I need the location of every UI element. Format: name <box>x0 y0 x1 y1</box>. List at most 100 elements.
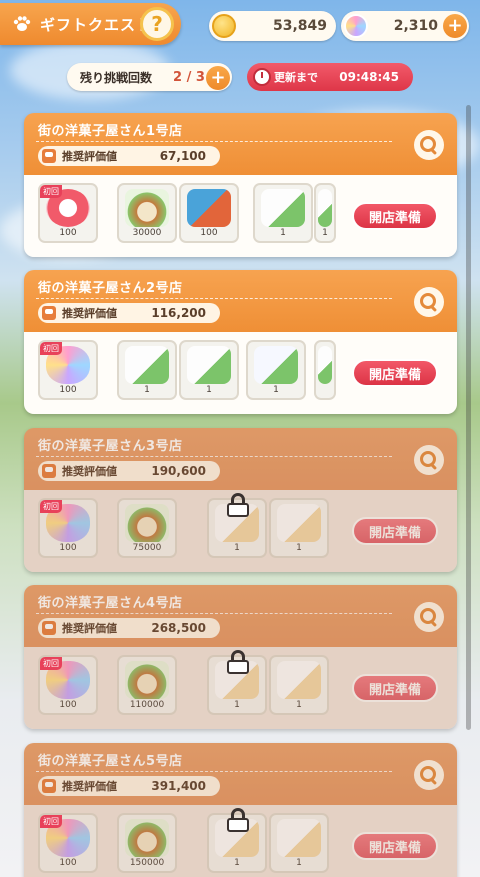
rating-label: 推奨評価値 <box>62 150 117 163</box>
gem-balance: 2,310 + <box>341 11 469 41</box>
reward-item[interactable]: 100 <box>179 183 239 243</box>
reward-item[interactable]: 75000 <box>117 498 177 558</box>
search-icon[interactable] <box>414 760 444 790</box>
first-clear-badge: 初回 <box>40 185 62 198</box>
reward-quantity: 1 <box>144 385 150 395</box>
reward-list: 初回 100 1 1 1 開店準備 <box>24 332 457 414</box>
search-icon[interactable] <box>414 602 444 632</box>
reward-quantity: 100 <box>59 543 77 553</box>
rating-icon <box>42 149 56 163</box>
reward-quantity: 100 <box>59 858 77 868</box>
reward-quantity: 1 <box>296 700 302 710</box>
reward-quantity: 1 <box>234 858 240 868</box>
reward-quantity: 30000 <box>132 228 162 238</box>
recipe-book-icon <box>187 346 231 384</box>
shop-name: 街の洋菓子屋さん5号店 <box>38 754 183 769</box>
reward-item[interactable]: 150000 <box>117 813 177 873</box>
coin-balance: 53,849 <box>209 11 336 41</box>
card-header: 街の洋菓子屋さん3号店 推奨評価値 190,600 <box>24 428 457 490</box>
coin-amount: 53,849 <box>272 18 327 34</box>
reward-quantity: 100 <box>59 700 77 710</box>
open-prep-button[interactable]: 開店準備 <box>352 832 438 860</box>
lock-icon <box>227 808 249 832</box>
reward-item[interactable]: 初回 100 <box>38 340 98 400</box>
reward-quantity: 1 <box>280 228 286 238</box>
reward-item[interactable]: 1 <box>117 340 177 400</box>
toolbox-icon <box>187 189 231 227</box>
reward-item[interactable]: 初回 100 <box>38 498 98 558</box>
rating-icon <box>42 306 56 320</box>
shop-card-4: 街の洋菓子屋さん4号店 推奨評価値 268,500 初回 100 110000 … <box>24 585 457 729</box>
recommended-rating: 推奨評価値 190,600 <box>38 461 220 481</box>
reward-item[interactable]: 110000 <box>117 655 177 715</box>
search-icon[interactable] <box>414 287 444 317</box>
recommended-rating: 推奨評価値 268,500 <box>38 618 220 638</box>
reward-quantity: 110000 <box>129 700 165 710</box>
rating-value: 67,100 <box>159 149 206 163</box>
first-clear-badge: 初回 <box>40 342 62 355</box>
parfait-icon <box>125 661 169 699</box>
reward-item[interactable] <box>314 340 336 400</box>
open-prep-button[interactable]: 開店準備 <box>352 202 438 230</box>
first-clear-badge: 初回 <box>40 815 62 828</box>
add-challenge-button[interactable]: + <box>206 66 230 90</box>
search-icon[interactable] <box>414 445 444 475</box>
recommended-rating: 推奨評価値 67,100 <box>38 146 220 166</box>
rating-label: 推奨評価値 <box>62 465 117 478</box>
gem-icon <box>344 14 368 38</box>
parfait-icon <box>125 189 169 227</box>
lock-icon <box>227 650 249 674</box>
shop-name: 街の洋菓子屋さん4号店 <box>38 596 183 611</box>
refresh-time: 09:48:45 <box>339 70 399 84</box>
rating-icon <box>42 779 56 793</box>
first-clear-badge: 初回 <box>40 657 62 670</box>
reward-item[interactable]: 1 <box>269 655 329 715</box>
shop-card-5: 街の洋菓子屋さん5号店 推奨評価値 391,400 初回 100 150000 … <box>24 743 457 877</box>
recipe-book-icon <box>125 346 169 384</box>
help-button[interactable]: ? <box>140 7 174 41</box>
reward-quantity: 100 <box>59 228 77 238</box>
recipe-book-icon <box>277 661 321 699</box>
reward-item[interactable]: 1 <box>246 340 306 400</box>
reward-quantity: 150000 <box>129 858 165 868</box>
recommended-rating: 推奨評価値 391,400 <box>38 776 220 796</box>
shop-card-1: 街の洋菓子屋さん1号店 推奨評価値 67,100 初回 100 30000 10… <box>24 113 457 257</box>
gem-amount: 2,310 <box>393 18 438 34</box>
divider <box>36 771 392 772</box>
reward-item[interactable]: 初回 100 <box>38 813 98 873</box>
recommended-rating: 推奨評価値 116,200 <box>38 303 220 323</box>
recipe-book-icon <box>277 819 321 857</box>
rating-value: 190,600 <box>151 464 206 478</box>
reward-item[interactable]: 初回 100 <box>38 655 98 715</box>
reward-item[interactable]: 1 <box>269 498 329 558</box>
open-prep-button[interactable]: 開店準備 <box>352 517 438 545</box>
reward-item[interactable]: 1 <box>269 813 329 873</box>
reward-item[interactable]: 1 <box>179 340 239 400</box>
reward-list: 初回 100 30000 100 1 1 開店準備 <box>24 175 457 257</box>
coin-icon <box>212 14 236 38</box>
reward-item[interactable]: 1 <box>314 183 336 243</box>
reward-item[interactable]: 1 <box>253 183 313 243</box>
rating-value: 391,400 <box>151 779 206 793</box>
rating-label: 推奨評価値 <box>62 307 117 320</box>
divider <box>36 141 392 142</box>
reward-item[interactable]: 初回 100 <box>38 183 98 243</box>
divider <box>36 613 392 614</box>
shop-name: 街の洋菓子屋さん3号店 <box>38 439 183 454</box>
lock-icon <box>227 493 249 517</box>
challenge-label: 残り挑戦回数 <box>80 70 153 85</box>
search-icon[interactable] <box>414 130 444 160</box>
remaining-challenges: 残り挑戦回数 2 / 3 + <box>67 63 232 91</box>
divider <box>36 298 392 299</box>
open-prep-button[interactable]: 開店準備 <box>352 674 438 702</box>
challenge-count: 2 / 3 <box>173 69 205 85</box>
open-prep-button[interactable]: 開店準備 <box>352 359 438 387</box>
rating-label: 推奨評価値 <box>62 622 117 635</box>
reward-quantity: 1 <box>273 385 279 395</box>
reward-item[interactable]: 30000 <box>117 183 177 243</box>
clock-icon <box>253 68 271 86</box>
shop-name: 街の洋菓子屋さん2号店 <box>38 281 183 296</box>
add-gems-button[interactable]: + <box>443 14 467 38</box>
scrollbar[interactable] <box>466 105 471 730</box>
reward-quantity: 75000 <box>132 543 162 553</box>
